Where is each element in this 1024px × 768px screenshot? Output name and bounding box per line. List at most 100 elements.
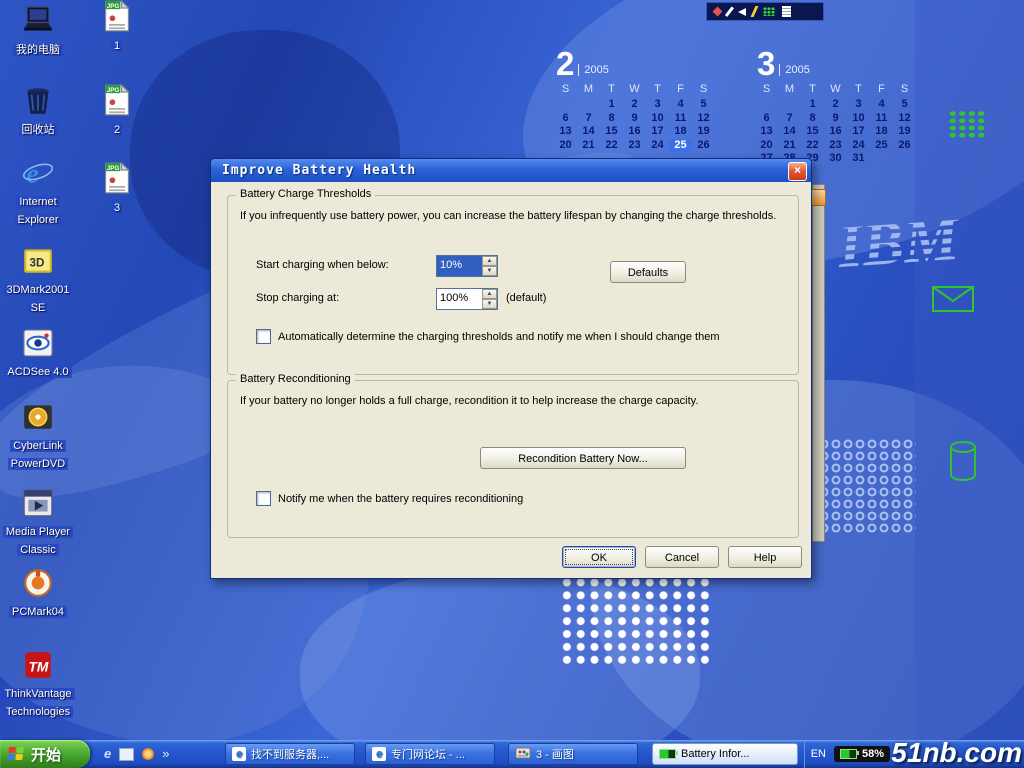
calendar-month-header: 3 2005 — [757, 50, 916, 78]
start-button[interactable]: 开始 — [0, 740, 90, 768]
quick-launch-more-chevron[interactable]: » — [162, 746, 169, 762]
calendar-cell: 31 — [847, 152, 870, 166]
icon-label: 回收站 — [19, 124, 58, 136]
task-button-battery-information[interactable]: Battery Infor... — [652, 743, 798, 765]
calendar-cell: 18 — [669, 125, 692, 139]
media-player-classic-icon — [21, 486, 55, 520]
desktop-icon-pcmark04[interactable]: PCMark04 — [0, 566, 76, 620]
task-label: Battery Infor... — [681, 748, 749, 760]
desktop-icon-my-computer[interactable]: 我的电脑 — [0, 4, 76, 58]
start-charging-value[interactable]: 10% — [437, 256, 482, 276]
ibm-logo-text: IBM — [835, 205, 963, 281]
icon-label: 1 — [111, 40, 123, 52]
lightning-tool-icon[interactable] — [750, 6, 758, 17]
desktop-icon-acdsee[interactable]: ACDSee 4.0 — [0, 326, 76, 380]
help-button[interactable]: Help — [728, 546, 802, 568]
paint-icon — [515, 745, 531, 764]
jpg-badge: JPG — [107, 3, 120, 10]
icon-label: Internet Explorer — [15, 196, 62, 226]
calendar-cell: 13 — [554, 125, 577, 139]
calendar-cell: 26 — [893, 139, 916, 153]
icon-label: 我的电脑 — [13, 44, 63, 56]
calendar-cell: 18 — [870, 125, 893, 139]
calendar-cell: 9 — [623, 112, 646, 126]
jpg-badge: JPG — [107, 165, 120, 172]
calendar-day-header: W — [824, 83, 847, 98]
calendar-cell: 16 — [623, 125, 646, 139]
jpg-file-icon: JPG — [100, 84, 134, 118]
calendar-cell: 3 — [847, 98, 870, 112]
icon-label: 3 — [111, 202, 123, 214]
desktop-icon-recycle-bin[interactable]: 回收站 — [0, 84, 76, 138]
calendar-month: 3 — [757, 50, 775, 78]
quick-launch-ie-icon[interactable]: e — [104, 746, 111, 762]
calendar-day-header: S — [893, 83, 916, 98]
show-desktop-icon[interactable] — [119, 748, 134, 761]
desktop: IBM 2 2005 SMTWTFS 123456789101112131415… — [0, 0, 1024, 768]
battery-meter[interactable]: 58% — [834, 746, 890, 762]
calendar-cell: 3 — [646, 98, 669, 112]
language-indicator[interactable]: EN — [811, 748, 826, 760]
pen-tool-icon[interactable] — [725, 6, 734, 16]
dialog-titlebar[interactable]: Improve Battery Health × — [211, 159, 811, 182]
auto-determine-checkbox-label: Automatically determine the charging thr… — [278, 331, 719, 343]
desktop-file-3[interactable]: JPG 3 — [79, 162, 155, 216]
calendar-cell: 14 — [778, 125, 801, 139]
start-charging-spinner[interactable]: 10% ▲ ▼ — [436, 255, 498, 277]
task-button-paint[interactable]: 3 - 画图 — [508, 743, 638, 765]
calendar-cell: 10 — [646, 112, 669, 126]
spin-up-button[interactable]: ▲ — [482, 256, 497, 266]
windows-flag-icon — [7, 747, 26, 762]
calendar-cell: 23 — [824, 139, 847, 153]
icon-label: ACDSee 4.0 — [4, 366, 71, 378]
desktop-icon-powerdvd[interactable]: CyberLink PowerDVD — [0, 400, 76, 472]
defaults-button[interactable]: Defaults — [610, 261, 686, 283]
desktop-icon-internet-explorer[interactable]: e Internet Explorer — [0, 156, 76, 228]
spin-up-button[interactable]: ▲ — [482, 289, 497, 299]
calendar-cell: 17 — [646, 125, 669, 139]
media-player-icon[interactable] — [142, 748, 154, 760]
default-suffix-label: (default) — [506, 288, 546, 308]
group-caption: Battery Reconditioning — [236, 373, 355, 385]
calendar-day-header: M — [778, 83, 801, 98]
spin-down-button[interactable]: ▼ — [482, 299, 497, 309]
calendar-cell: 2 — [623, 98, 646, 112]
calendar-cell — [554, 98, 577, 112]
calendar-cell: 30 — [824, 152, 847, 166]
calendar-cell: 11 — [669, 112, 692, 126]
desktop-file-2[interactable]: JPG 2 — [79, 84, 155, 138]
speaker-tool-icon[interactable] — [738, 8, 746, 16]
document-tool-icon[interactable] — [782, 6, 791, 17]
calendar-cell: 12 — [692, 112, 715, 126]
auto-determine-checkbox[interactable] — [256, 329, 271, 344]
task-button-server-not-found[interactable]: e 找不到服务器,... — [225, 743, 355, 765]
keypad-tool-icon[interactable] — [763, 7, 775, 16]
quick-launch: e » — [98, 740, 175, 768]
stop-charging-spinner[interactable]: 100% ▲ ▼ — [436, 288, 498, 310]
close-button[interactable]: × — [788, 162, 807, 181]
calendar-cell: 20 — [755, 139, 778, 153]
calendar-cell: 12 — [893, 112, 916, 126]
desktop-icon-3dmark2001[interactable]: 3D 3DMark2001 SE — [0, 244, 76, 316]
calendar-day-header: S — [692, 83, 715, 98]
start-button-label: 开始 — [31, 744, 61, 765]
cancel-button[interactable]: Cancel — [645, 546, 719, 568]
calendar-day-header: W — [623, 83, 646, 98]
calendar-cell: 4 — [669, 98, 692, 112]
calendar-cell: 5 — [893, 98, 916, 112]
group-caption: Battery Charge Thresholds — [236, 188, 375, 200]
diamond-tool-icon[interactable] — [713, 7, 723, 17]
spin-down-button[interactable]: ▼ — [482, 266, 497, 276]
pcmark-icon — [21, 566, 55, 600]
envelope-icon — [932, 286, 974, 317]
task-button-forum[interactable]: e 专门网论坛 - ... — [365, 743, 495, 765]
recondition-battery-button[interactable]: Recondition Battery Now... — [480, 447, 686, 469]
desktop-icon-thinkvantage[interactable]: TM ThinkVantage Technologies — [0, 648, 76, 720]
jpg-badge: JPG — [107, 87, 120, 94]
ok-button[interactable]: OK — [562, 546, 636, 568]
desktop-file-1[interactable]: JPG 1 — [79, 0, 155, 54]
notify-reconditioning-checkbox[interactable] — [256, 491, 271, 506]
desktop-icon-media-player-classic[interactable]: Media Player Classic — [0, 486, 76, 558]
jpg-file-icon: JPG — [100, 162, 134, 196]
stop-charging-value[interactable]: 100% — [437, 289, 482, 309]
